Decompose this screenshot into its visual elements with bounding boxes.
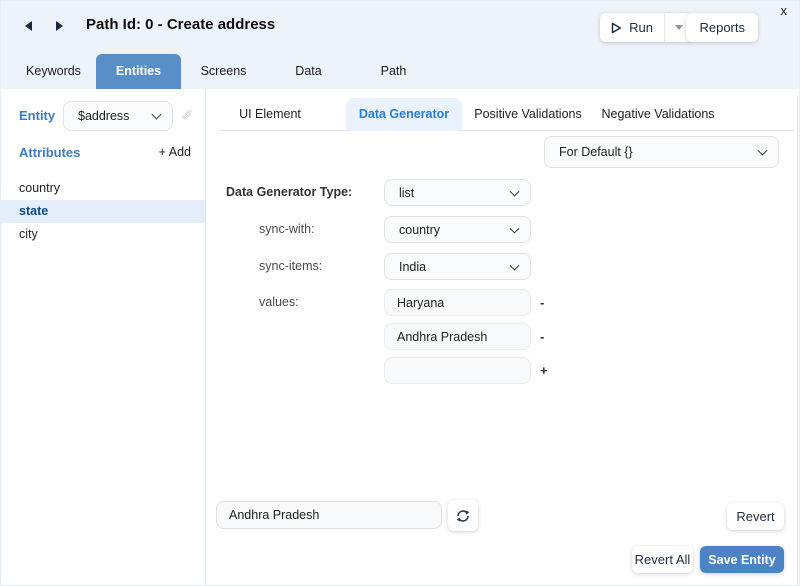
entity-select-value: $address	[78, 109, 130, 123]
attribute-item-city[interactable]: city	[1, 223, 205, 246]
scope-select[interactable]: For Default {}	[544, 136, 779, 168]
chevron-down-icon	[509, 260, 520, 271]
main-panel: UI Element Data Generator Positive Valid…	[206, 89, 799, 585]
chevron-down-icon	[151, 109, 162, 120]
generator-type-label: Data Generator Type:	[226, 185, 353, 199]
generator-type-select[interactable]: list	[384, 179, 531, 206]
play-icon	[611, 22, 622, 33]
tab-data[interactable]: Data	[266, 54, 351, 89]
run-button[interactable]: Run	[600, 13, 664, 42]
sync-with-value: country	[399, 222, 440, 237]
entity-label: Entity	[19, 108, 56, 123]
save-entity-button[interactable]: Save Entity	[700, 546, 784, 573]
panel-right-border	[797, 96, 798, 585]
attribute-list: country state city	[1, 177, 205, 246]
subtab-ui-element[interactable]: UI Element	[220, 98, 320, 131]
path-editor-window: x Path Id: 0 - Create address Run Report…	[0, 0, 800, 586]
subtab-positive-validations[interactable]: Positive Validations	[472, 98, 584, 131]
attributes-title: Attributes	[19, 145, 81, 160]
sidebar: Entity $address ✎ Attributes + Add count…	[1, 89, 206, 585]
revert-all-button[interactable]: Revert All	[632, 546, 693, 573]
chevron-down-icon	[509, 186, 520, 197]
sync-with-label: sync-with:	[259, 222, 315, 236]
regenerate-button[interactable]	[448, 500, 478, 531]
entity-select[interactable]: $address	[63, 101, 173, 131]
reports-button[interactable]: Reports	[686, 13, 758, 42]
tab-keywords[interactable]: Keywords	[11, 54, 96, 89]
generated-value-preview-input[interactable]	[216, 501, 442, 529]
sync-items-value: India	[399, 259, 427, 274]
run-button-group: Run	[600, 13, 693, 42]
forward-arrow-icon[interactable]	[56, 21, 63, 31]
subtab-negative-validations[interactable]: Negative Validations	[596, 98, 720, 131]
back-arrow-icon[interactable]	[25, 21, 32, 31]
generator-type-value: list	[399, 185, 415, 200]
close-icon[interactable]: x	[781, 3, 788, 18]
tab-path[interactable]: Path	[351, 54, 436, 89]
sync-items-label: sync-items:	[259, 259, 323, 273]
run-button-label: Run	[629, 20, 653, 35]
edit-entity-pencil-icon[interactable]: ✎	[181, 105, 194, 123]
scope-select-value: For Default {}	[559, 145, 633, 159]
tab-entities[interactable]: Entities	[96, 54, 181, 89]
sync-items-select[interactable]: India	[384, 253, 531, 280]
remove-value-button[interactable]: -	[540, 323, 554, 350]
subtab-bar: UI Element Data Generator Positive Valid…	[220, 98, 793, 131]
sync-with-select[interactable]: country	[384, 216, 531, 243]
main-tab-bar: Keywords Entities Screens Data Path	[1, 54, 799, 89]
revert-button[interactable]: Revert	[727, 503, 784, 530]
subtab-data-generator[interactable]: Data Generator	[346, 98, 462, 131]
value-input-1[interactable]	[384, 289, 531, 316]
add-value-button[interactable]: +	[540, 357, 554, 384]
values-label: values:	[259, 295, 299, 309]
refresh-icon	[456, 509, 470, 522]
page-title: Path Id: 0 - Create address	[86, 16, 276, 33]
attribute-item-country[interactable]: country	[1, 177, 205, 200]
chevron-down-icon	[509, 223, 520, 234]
tab-screens[interactable]: Screens	[181, 54, 266, 89]
attributes-header: Attributes + Add	[1, 145, 206, 167]
add-attribute-button[interactable]: + Add	[159, 145, 191, 159]
remove-value-button[interactable]: -	[540, 289, 554, 316]
value-input-3[interactable]	[384, 357, 531, 384]
value-input-2[interactable]	[384, 323, 531, 350]
chevron-down-icon	[757, 145, 768, 156]
header: x Path Id: 0 - Create address Run Report…	[1, 1, 799, 89]
attribute-item-state[interactable]: state	[1, 200, 205, 223]
chevron-down-icon	[675, 25, 683, 30]
